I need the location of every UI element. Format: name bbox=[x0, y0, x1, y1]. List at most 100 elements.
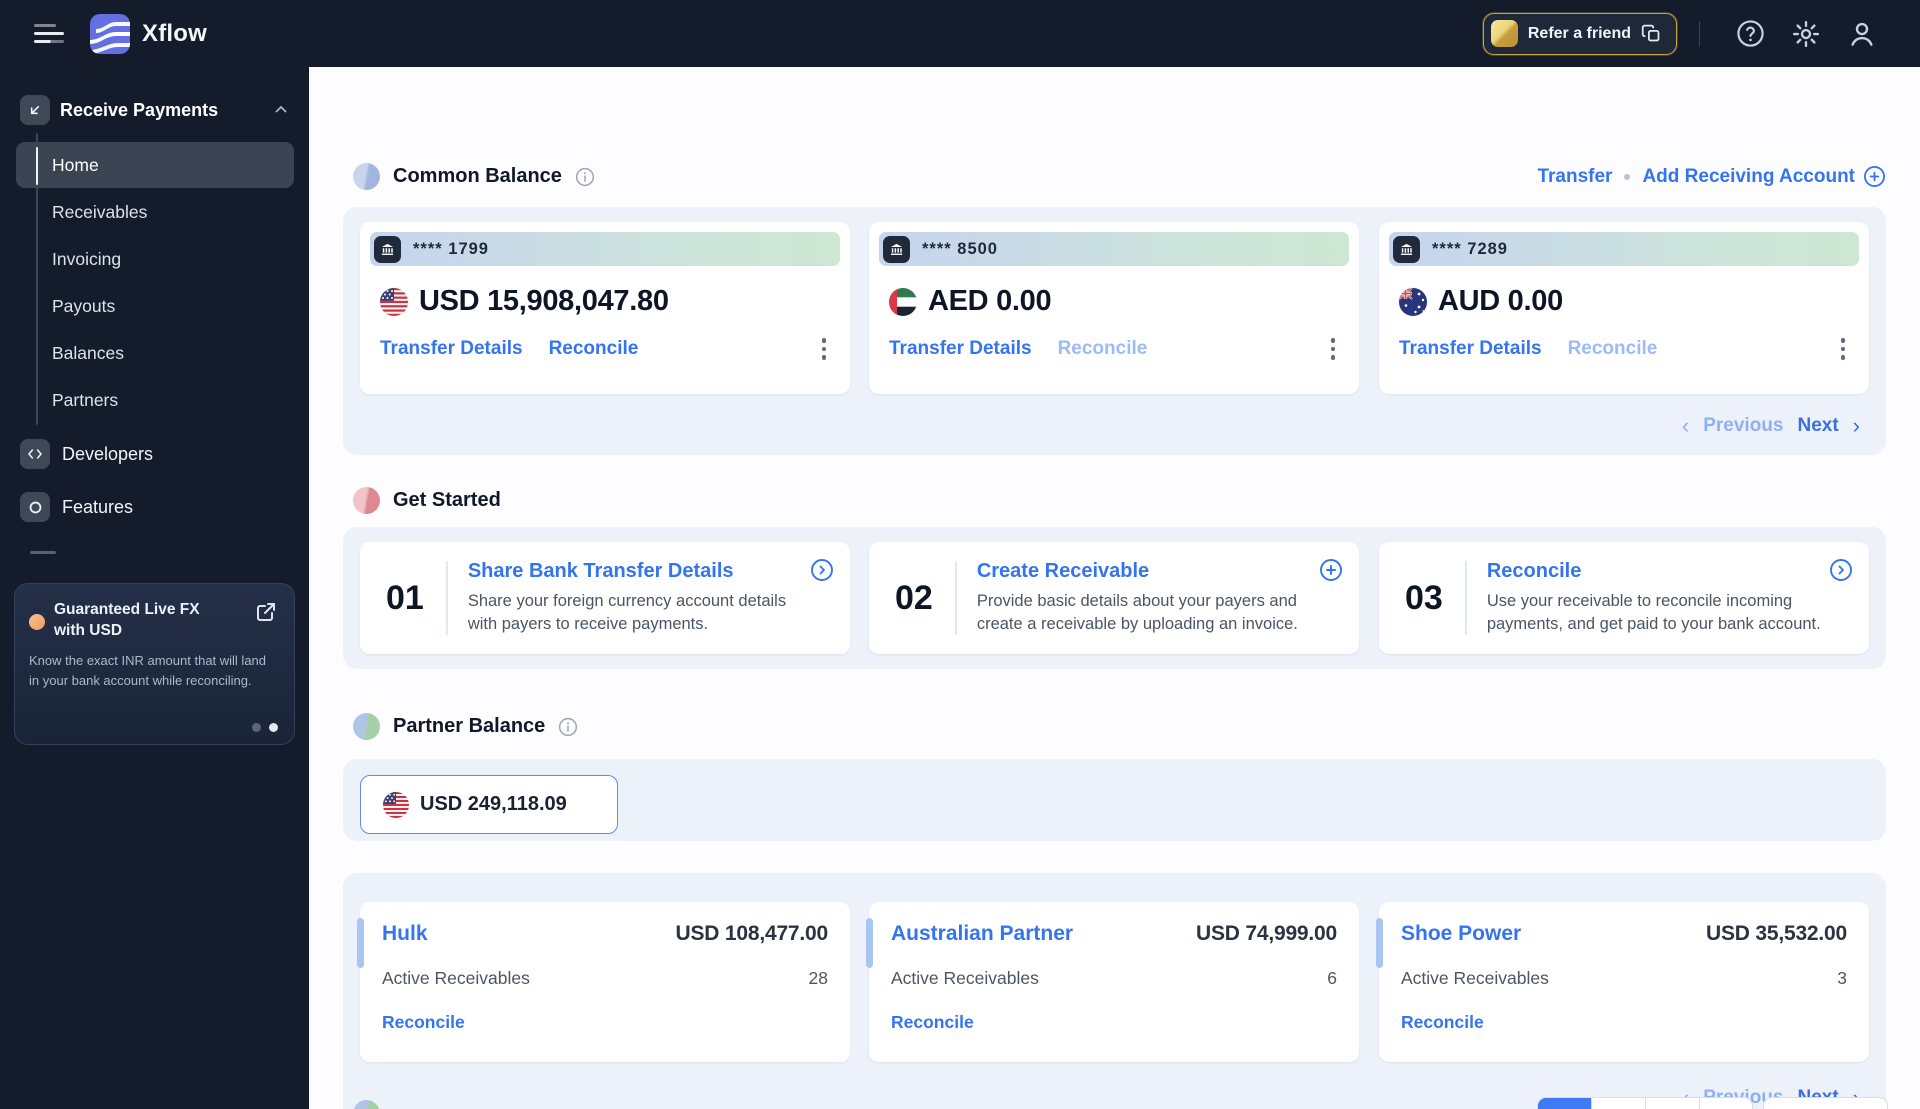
chevron-left-icon[interactable]: ‹ bbox=[1682, 413, 1689, 439]
sidebar-item-features[interactable]: Features bbox=[20, 492, 290, 522]
transfer-details-link[interactable]: Transfer Details bbox=[380, 338, 523, 360]
sidebar-item-payouts[interactable]: Payouts bbox=[16, 283, 294, 329]
plus-circle-icon[interactable] bbox=[1863, 165, 1886, 188]
account-mask: **** 7289 bbox=[1432, 239, 1508, 258]
card-accent-bar bbox=[866, 918, 873, 968]
chevron-circle-icon[interactable] bbox=[810, 558, 834, 582]
reconcile-link[interactable]: Reconcile bbox=[382, 1012, 828, 1033]
reconcile-link[interactable]: Reconcile bbox=[1568, 338, 1658, 360]
balance-card-usd: **** 1799 USD 15,908,047.80 Transfer Det… bbox=[360, 222, 850, 394]
sidebar-item-invoicing[interactable]: Invoicing bbox=[16, 236, 294, 282]
partner-amount: USD 108,477.00 bbox=[675, 922, 829, 945]
brand[interactable]: Xflow bbox=[90, 13, 207, 54]
balance-amount: AUD 0.00 bbox=[1438, 285, 1563, 317]
carousel-dot-active[interactable] bbox=[269, 723, 278, 732]
top-bar: Xflow Refer a friend bbox=[0, 0, 1920, 67]
card-accent-bar bbox=[1376, 918, 1383, 968]
step-card-2[interactable]: 02 Create Receivable Provide basic detai… bbox=[869, 542, 1359, 654]
partner-card-australian-partner: Australian Partner USD 74,999.00 Active … bbox=[866, 902, 1359, 1062]
brand-name: Xflow bbox=[142, 19, 207, 47]
currency-tab-usd[interactable]: USD bbox=[1538, 1098, 1592, 1109]
partner-name-link[interactable]: Australian Partner bbox=[891, 922, 1073, 946]
step-title[interactable]: Reconcile bbox=[1487, 560, 1823, 583]
common-balance-panel: **** 1799 USD 15,908,047.80 Transfer Det… bbox=[343, 207, 1886, 455]
active-receivables-count: 3 bbox=[1837, 968, 1847, 988]
currency-tab-extra[interactable] bbox=[1700, 1098, 1752, 1109]
copy-icon[interactable] bbox=[1641, 23, 1662, 44]
topbar-divider bbox=[1699, 20, 1700, 47]
partner-name-link[interactable]: Hulk bbox=[382, 922, 428, 946]
main-content: Common Balance Transfer Add Receiving Ac… bbox=[309, 67, 1920, 1109]
currency-tab-group: USD AED AUD bbox=[1537, 1097, 1753, 1109]
reconcile-link[interactable]: Reconcile bbox=[891, 1012, 1337, 1033]
sidebar-item-partners[interactable]: Partners bbox=[16, 377, 294, 423]
step-card-1[interactable]: 01 Share Bank Transfer Details Share you… bbox=[360, 542, 850, 654]
next-button[interactable]: Next bbox=[1797, 415, 1838, 437]
step-title[interactable]: Create Receivable bbox=[977, 560, 1313, 583]
partner-currency-panel: USD 249,118.09 bbox=[343, 759, 1886, 841]
partner-balance-title: Partner Balance bbox=[393, 715, 546, 737]
transfer-details-link[interactable]: Transfer Details bbox=[1399, 338, 1542, 360]
sidebar-section-receive-payments[interactable]: Receive Payments bbox=[20, 95, 290, 125]
refer-a-friend-button[interactable]: Refer a friend bbox=[1482, 12, 1677, 55]
currency-tab-aud[interactable]: AUD bbox=[1646, 1098, 1700, 1109]
sidebar-item-balances[interactable]: Balances bbox=[16, 330, 294, 376]
au-flag-icon bbox=[1399, 287, 1427, 316]
add-receiving-account-link[interactable]: Add Receiving Account bbox=[1642, 165, 1886, 188]
nav-tree-line-active bbox=[36, 147, 38, 185]
hamburger-menu-icon[interactable] bbox=[34, 19, 66, 48]
reconcile-link[interactable]: Reconcile bbox=[1058, 338, 1148, 360]
step-number: 03 bbox=[1405, 578, 1443, 617]
card-accent-bar bbox=[357, 918, 364, 968]
balance-amount: AED 0.00 bbox=[928, 285, 1052, 317]
balance-amount: USD 15,908,047.80 bbox=[419, 285, 669, 317]
bank-icon bbox=[883, 235, 910, 263]
bank-icon bbox=[1393, 235, 1420, 263]
step-title[interactable]: Share Bank Transfer Details bbox=[468, 560, 804, 583]
external-link-icon[interactable] bbox=[254, 600, 278, 624]
info-icon[interactable] bbox=[558, 717, 578, 737]
carousel-dot[interactable] bbox=[252, 723, 261, 732]
account-mask: **** 1799 bbox=[413, 239, 489, 258]
step-description: Share your foreign currency account deta… bbox=[467, 591, 787, 633]
active-receivables-count: 28 bbox=[808, 968, 828, 988]
common-balance-bullet-icon bbox=[353, 163, 380, 190]
kebab-menu-icon[interactable] bbox=[821, 338, 826, 360]
chevron-up-icon[interactable] bbox=[272, 101, 290, 119]
reconcile-link[interactable]: Reconcile bbox=[549, 338, 639, 360]
balance-card-aed: **** 8500 AED 0.00 Transfer Details Reco… bbox=[869, 222, 1359, 394]
currency-tab-aed[interactable]: AED bbox=[1592, 1098, 1646, 1109]
sidebar-item-label: Features bbox=[62, 496, 134, 517]
promo-body: Know the exact INR amount that will land… bbox=[29, 652, 267, 688]
sidebar-item-home[interactable]: Home bbox=[16, 142, 294, 188]
partner-card-shoe-power: Shoe Power USD 35,532.00 Active Receivab… bbox=[1376, 902, 1869, 1062]
plus-circle-icon[interactable] bbox=[1319, 558, 1343, 582]
help-icon[interactable] bbox=[1735, 19, 1765, 49]
transfer-link[interactable]: Transfer bbox=[1537, 166, 1612, 188]
active-receivables-count: 6 bbox=[1327, 968, 1337, 988]
profile-icon[interactable] bbox=[1847, 19, 1877, 49]
step-description: Provide basic details about your payers … bbox=[976, 591, 1298, 633]
sidebar-item-receivables[interactable]: Receivables bbox=[16, 189, 294, 235]
sidebar: Receive Payments Home Receivables Invoic… bbox=[0, 67, 309, 1109]
settings-gear-icon[interactable] bbox=[1791, 19, 1821, 49]
sidebar-section-label: Receive Payments bbox=[60, 99, 219, 120]
partner-name-link[interactable]: Shoe Power bbox=[1401, 922, 1521, 946]
sidebar-item-developers[interactable]: Developers bbox=[20, 439, 290, 469]
chevron-right-icon[interactable]: › bbox=[1853, 413, 1860, 439]
get-started-panel: 01 Share Bank Transfer Details Share you… bbox=[343, 527, 1886, 669]
previous-button[interactable]: Previous bbox=[1703, 415, 1783, 437]
kebab-menu-icon[interactable] bbox=[1330, 338, 1335, 360]
chevron-circle-icon[interactable] bbox=[1829, 558, 1853, 582]
promo-card[interactable]: Guaranteed Live FX with USD Know the exa… bbox=[14, 583, 295, 745]
date-filter-dropdown[interactable]: Life till date bbox=[1763, 1097, 1888, 1109]
info-icon[interactable] bbox=[575, 167, 595, 187]
kebab-menu-icon[interactable] bbox=[1840, 338, 1845, 360]
partner-amount: USD 35,532.00 bbox=[1706, 922, 1847, 945]
step-card-3[interactable]: 03 Reconcile Use your receivable to reco… bbox=[1379, 542, 1869, 654]
get-started-bullet-icon bbox=[353, 487, 380, 514]
currency-chip-usd[interactable]: USD 249,118.09 bbox=[360, 775, 618, 834]
transfer-details-link[interactable]: Transfer Details bbox=[889, 338, 1032, 360]
reconcile-link[interactable]: Reconcile bbox=[1401, 1012, 1847, 1033]
get-started-title: Get Started bbox=[393, 489, 501, 511]
